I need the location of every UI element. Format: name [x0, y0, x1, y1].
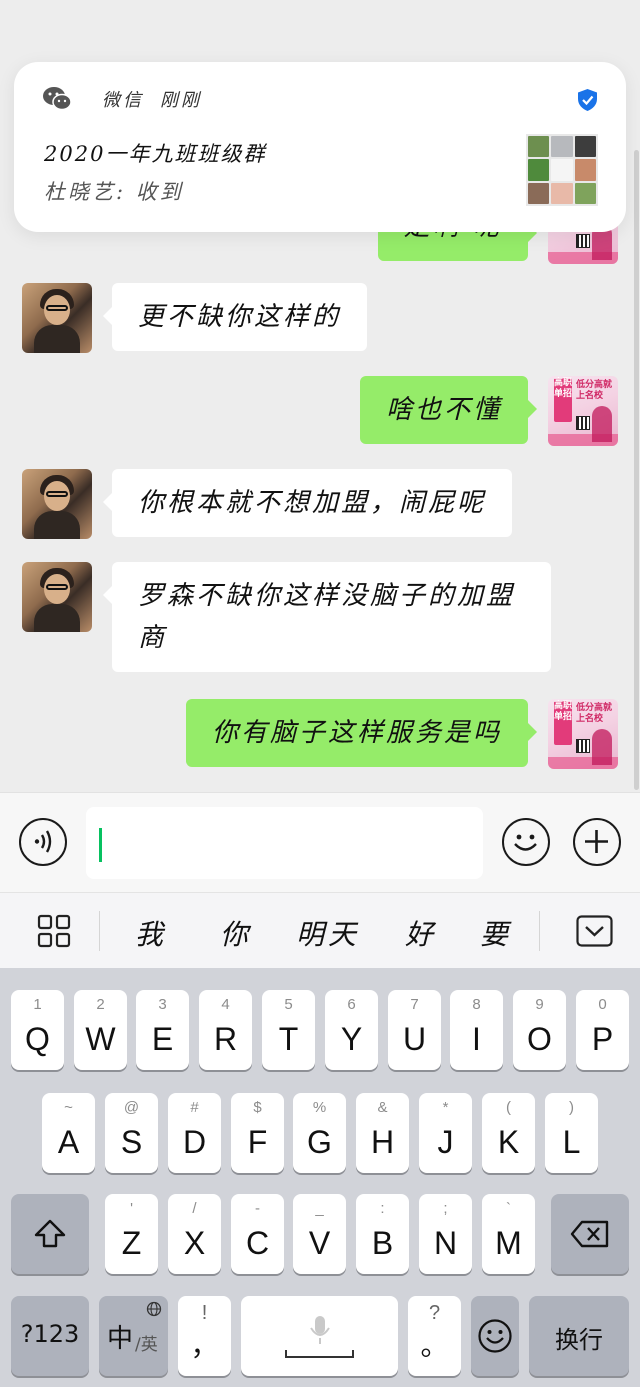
notification-preview: 杜晓艺: 收到: [44, 180, 184, 204]
key-b[interactable]: :B: [356, 1194, 409, 1274]
friend-avatar[interactable]: [22, 283, 92, 353]
avatar-side-text: 低分高就上名校: [576, 380, 613, 401]
more-functions-button[interactable]: [573, 818, 621, 866]
backspace-icon: [570, 1220, 609, 1248]
keyboard: 1Q 2W 3E 4R 5T 6Y 7U 8I 9O 0P ~ A @ S # D $…: [0, 968, 640, 1387]
message-input[interactable]: [86, 807, 483, 879]
key-p[interactable]: 0P: [576, 990, 629, 1070]
message-text: 你根本就不想加盟，闹屁呢: [138, 488, 487, 518]
input-bar: [0, 792, 640, 892]
candidate-word[interactable]: 我: [135, 913, 167, 953]
candidate-word[interactable]: 要: [480, 913, 512, 953]
friend-avatar[interactable]: [22, 562, 92, 632]
key-c[interactable]: -C: [231, 1194, 284, 1274]
key-i[interactable]: 8I: [450, 990, 503, 1070]
verified-shield-icon: [578, 89, 597, 111]
message-bubble-out[interactable]: 你有脑子这样服务是吗: [185, 699, 538, 767]
message-text: 啥也不懂: [385, 395, 502, 425]
chat-area[interactable]: 是啊 呢 更不缺你这样的 啥也不懂 高职单招 低分高就上名校 你根本就: [0, 0, 640, 792]
avatar-side-text: 低分高就上名校: [576, 703, 613, 724]
shift-arrow-icon: [34, 1219, 66, 1248]
key-r[interactable]: 4R: [199, 990, 252, 1070]
candidate-word[interactable]: 你: [220, 913, 252, 953]
message-bubble-in[interactable]: 更不缺你这样的: [102, 283, 368, 351]
message-bubble-in[interactable]: 罗森不缺你这样没脑子的加盟 商: [103, 562, 551, 672]
key-e[interactable]: 3E: [136, 990, 189, 1070]
avatar-band-text: 高职单招: [554, 378, 573, 399]
key-l[interactable]: ) L: [545, 1093, 598, 1173]
group-avatar: [526, 134, 598, 206]
plus-icon: [585, 830, 608, 853]
space-key[interactable]: [241, 1296, 398, 1376]
ime-candidate-bar: 我 你 明天 好 要: [0, 892, 640, 968]
message-text: 更不缺你这样的: [138, 302, 342, 332]
smiley-icon: [478, 1319, 512, 1353]
microphone-icon: [310, 1316, 330, 1344]
key-d[interactable]: # D: [168, 1093, 221, 1173]
shift-key[interactable]: [11, 1194, 89, 1274]
text-caret: [99, 828, 102, 862]
backspace-key[interactable]: [551, 1194, 629, 1274]
chat-scrollbar[interactable]: [634, 150, 639, 790]
collapse-keyboard-icon[interactable]: [576, 915, 613, 947]
wechat-icon: [43, 87, 72, 111]
notification-time: 刚刚: [160, 90, 202, 111]
key-j[interactable]: * J: [419, 1093, 472, 1173]
globe-icon: [146, 1301, 162, 1317]
key-m[interactable]: ` M: [482, 1194, 535, 1274]
key-w[interactable]: 2W: [74, 990, 127, 1070]
message-text: 你有脑子这样服务是吗: [211, 718, 502, 748]
key-s[interactable]: @ S: [105, 1093, 158, 1173]
key-o[interactable]: 9O: [513, 990, 566, 1070]
message-bubble-in[interactable]: 你根本就不想加盟，闹屁呢: [102, 469, 513, 537]
key-x[interactable]: / X: [168, 1194, 221, 1274]
grid-menu-icon[interactable]: [37, 914, 71, 948]
candidate-word[interactable]: 好: [405, 913, 437, 953]
language-switch-key[interactable]: 中 /英: [99, 1296, 168, 1376]
voice-input-button[interactable]: [19, 818, 67, 866]
my-avatar[interactable]: 高职单招 低分高就上名校: [548, 376, 618, 446]
smiley-icon: [514, 834, 537, 851]
key-n[interactable]: ; N: [419, 1194, 472, 1274]
emoji-key[interactable]: [471, 1296, 519, 1376]
key-h[interactable]: & H: [356, 1093, 409, 1173]
key-k[interactable]: (K: [482, 1093, 535, 1173]
key-g[interactable]: % G: [293, 1093, 346, 1173]
friend-avatar[interactable]: [22, 469, 92, 539]
avatar-band-text: 高职单招: [554, 701, 573, 722]
numbers-key[interactable]: ?123: [11, 1296, 89, 1376]
key-t[interactable]: 5T: [262, 990, 315, 1070]
message-text-line: 商: [138, 623, 168, 653]
candidate-word[interactable]: 明天: [296, 913, 360, 953]
voice-wave-icon: [34, 830, 52, 853]
key-f[interactable]: $ F: [231, 1093, 284, 1173]
key-v[interactable]: _ V: [293, 1194, 346, 1274]
message-text-line: 罗森不缺你这样没脑子的加盟: [138, 581, 516, 611]
period-key[interactable]: ? 。: [408, 1296, 461, 1376]
key-y[interactable]: 6Y: [325, 990, 378, 1070]
key-a[interactable]: ~ A: [42, 1093, 95, 1173]
comma-key[interactable]: ! ，: [178, 1296, 231, 1376]
space-bar-icon: [285, 1350, 354, 1358]
my-avatar[interactable]: 高职单招 低分高就上名校: [548, 699, 618, 769]
key-z[interactable]: ' Z: [105, 1194, 158, 1274]
notification-app-name: 微信: [102, 90, 144, 111]
notification-title: 2020一年九班班级群: [44, 142, 267, 166]
key-u[interactable]: 7U: [388, 990, 441, 1070]
key-q[interactable]: 1Q: [11, 990, 64, 1070]
emoji-button[interactable]: [502, 818, 550, 866]
notification-banner[interactable]: 微信 刚刚 2020一年九班班级群 杜晓艺: 收到: [14, 62, 626, 232]
enter-key[interactable]: 换行: [529, 1296, 629, 1376]
message-bubble-out[interactable]: 啥也不懂: [359, 376, 538, 444]
